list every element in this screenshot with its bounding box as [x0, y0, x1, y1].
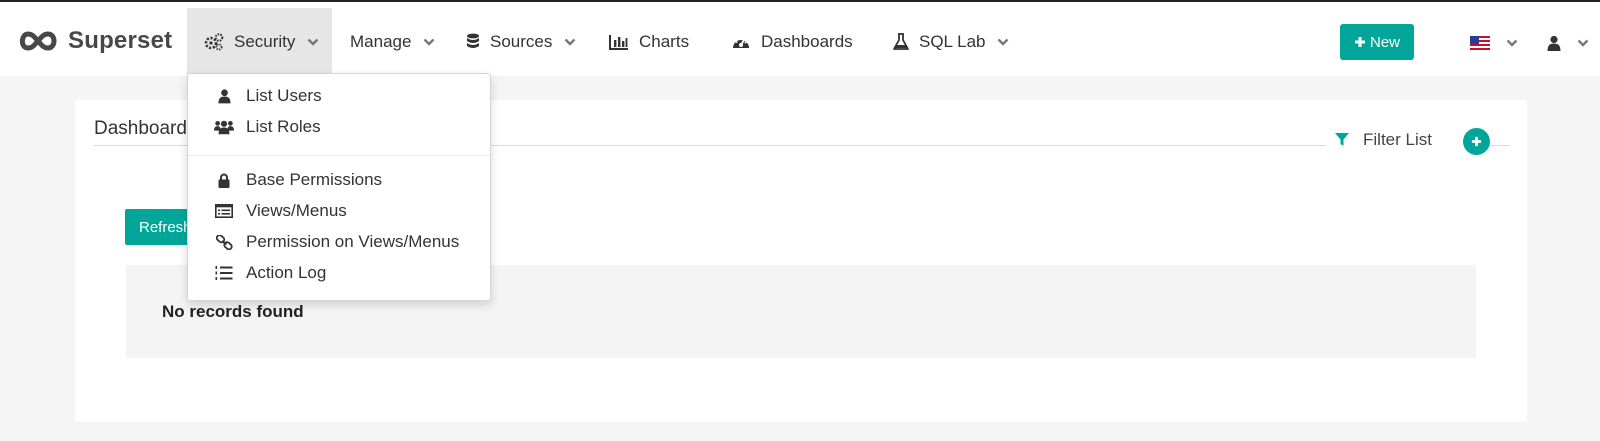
lock-icon [214, 171, 234, 189]
flask-icon [893, 33, 909, 50]
nav-sources[interactable]: Sources [466, 8, 576, 76]
menu-item-label: List Roles [246, 117, 321, 136]
chevron-down-icon [424, 38, 435, 46]
list-alt-icon [214, 202, 234, 220]
filter-list-label: Filter List [1363, 130, 1432, 149]
menu-item-label: Base Permissions [246, 170, 383, 189]
user-menu[interactable] [1547, 30, 1589, 56]
bar-chart-icon [609, 35, 628, 50]
empty-state-message: No records found [162, 302, 304, 321]
chevron-down-icon [1506, 39, 1518, 47]
dashboard-gauge-icon [733, 38, 749, 48]
nav-dashboards[interactable]: Dashboards [731, 8, 853, 76]
menu-item-base-permissions[interactable]: Base Permissions [188, 165, 490, 195]
superset-logo-icon [19, 31, 57, 51]
brand-name: Superset [68, 27, 173, 54]
chevron-down-icon [308, 38, 319, 46]
menu-item-label: Permission on Views/Menus [246, 232, 460, 251]
language-menu[interactable] [1470, 30, 1518, 56]
nav-sources-label: Sources [490, 32, 553, 51]
top-navbar: Superset Security Manage Sources Charts … [0, 0, 1600, 76]
database-icon [467, 33, 479, 48]
menu-item-label: Action Log [246, 263, 327, 282]
menu-item-list-roles[interactable]: List Roles [188, 112, 490, 142]
chevron-down-icon [565, 38, 576, 46]
new-button[interactable]: New [1340, 24, 1414, 60]
nav-manage-label: Manage [350, 32, 412, 51]
nav-manage[interactable]: Manage [350, 8, 435, 76]
user-icon [214, 87, 234, 105]
nav-security-label: Security [234, 32, 296, 51]
add-filter-button[interactable] [1463, 128, 1490, 155]
menu-divider [188, 155, 490, 156]
us-flag-icon [1470, 36, 1490, 50]
nav-sql-lab-label: SQL Lab [919, 32, 986, 51]
nav-charts-label: Charts [639, 32, 690, 51]
menu-item-permission-on-views-menus[interactable]: Permission on Views/Menus [188, 227, 490, 257]
cogs-icon [204, 33, 224, 51]
nav-dashboards-label: Dashboards [761, 32, 853, 51]
chevron-down-icon [1577, 39, 1589, 47]
filter-icon [1335, 133, 1349, 146]
nav-charts[interactable]: Charts [609, 8, 689, 76]
plus-icon [1471, 136, 1482, 147]
refresh-button-label: Refresh [139, 218, 192, 236]
users-icon [214, 118, 234, 136]
nav-sql-lab[interactable]: SQL Lab [893, 8, 1009, 76]
page-title: Dashboards [94, 118, 197, 139]
user-icon [1547, 35, 1561, 51]
filter-list-toggle[interactable]: Filter List [1335, 130, 1432, 150]
brand[interactable]: Superset [18, 24, 172, 58]
nav-security[interactable]: Security [187, 8, 332, 76]
menu-item-action-log[interactable]: Action Log [188, 258, 490, 288]
menu-item-label: List Users [246, 86, 322, 105]
menu-item-list-users[interactable]: List Users [188, 81, 490, 111]
plus-icon [1354, 37, 1365, 47]
menu-item-views-menus[interactable]: Views/Menus [188, 196, 490, 226]
list-ol-icon [214, 264, 234, 282]
chevron-down-icon [998, 38, 1009, 46]
new-button-label: New [1369, 33, 1400, 51]
title-divider [1488, 145, 1510, 146]
security-dropdown-menu: List Users List Roles Base Permissions V… [187, 73, 491, 301]
link-icon [214, 233, 234, 251]
menu-item-label: Views/Menus [246, 201, 347, 220]
